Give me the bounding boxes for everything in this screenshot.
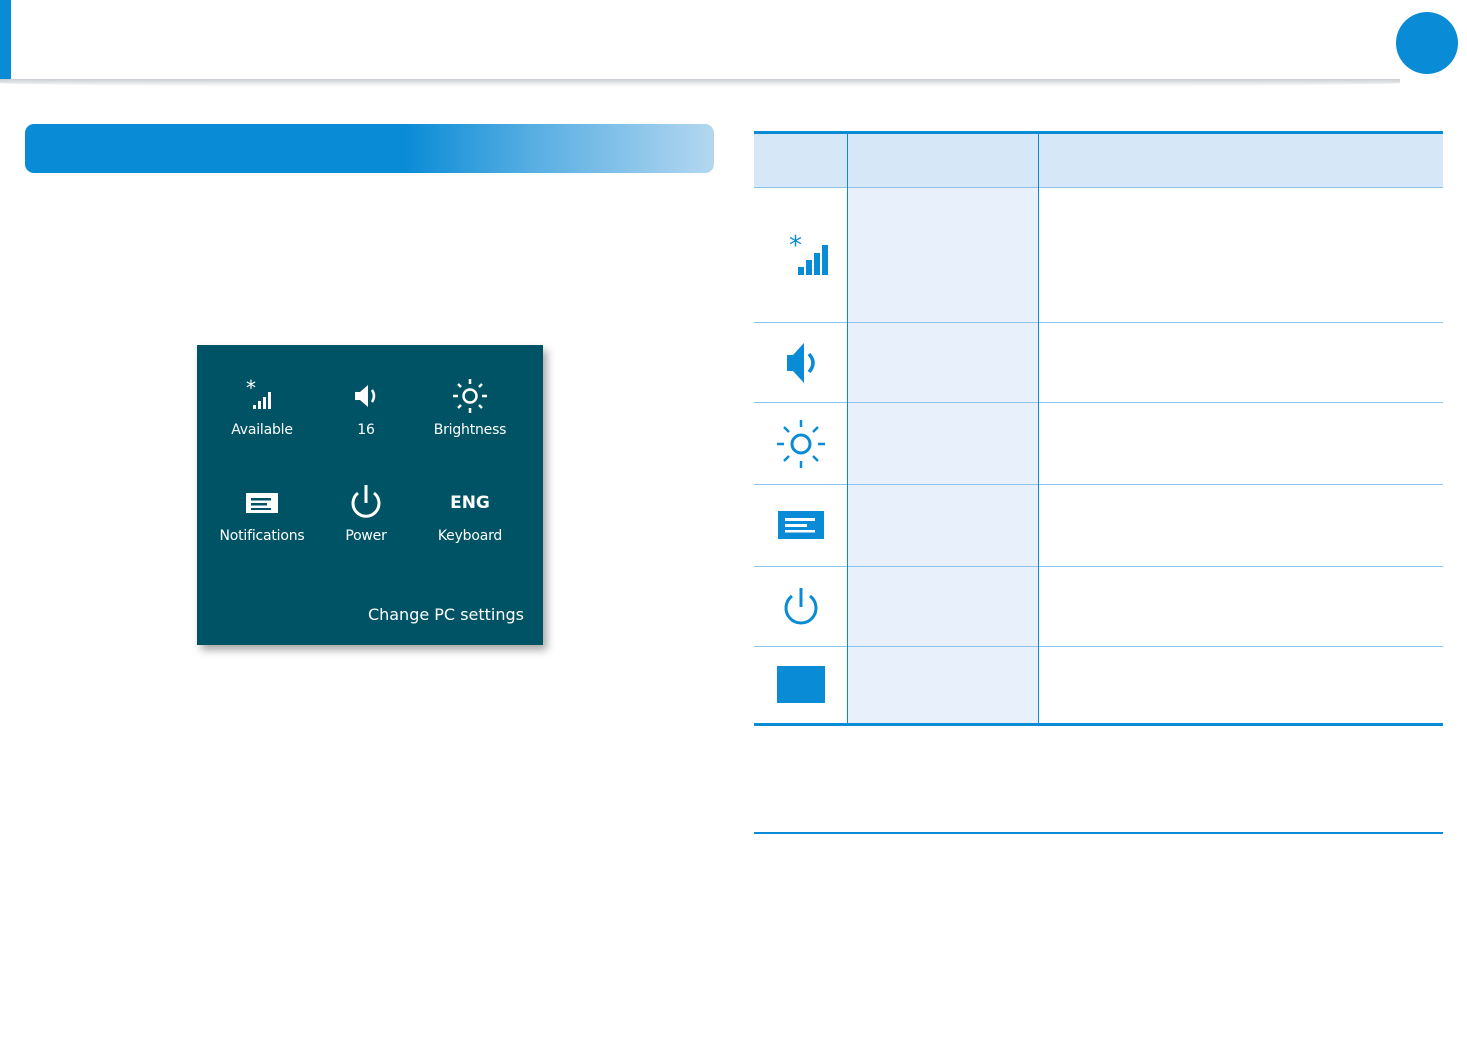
table-row: [754, 323, 1443, 403]
change-pc-settings-link[interactable]: Change PC settings: [368, 605, 524, 624]
column-divider: [1038, 131, 1039, 723]
notifications-icon: [754, 485, 848, 566]
table-row: [754, 403, 1443, 485]
volume-icon: [314, 376, 418, 416]
keyboard-icon: [754, 647, 848, 723]
table-row: *: [754, 188, 1443, 323]
table-cell-name: [848, 647, 1039, 723]
table-cell-name: [848, 403, 1039, 484]
tile-power[interactable]: Power: [314, 483, 418, 563]
network-signal-icon: *: [210, 376, 314, 416]
table-row: [754, 485, 1443, 567]
svg-text:*: *: [789, 231, 802, 261]
tile-notifications[interactable]: Notifications: [210, 483, 314, 563]
tile-keyboard-label: Keyboard: [437, 528, 503, 544]
keyboard-language-code: ENG: [450, 493, 490, 513]
table-row: [754, 567, 1443, 647]
volume-icon: [754, 323, 848, 402]
table-cell-name: [848, 567, 1039, 646]
brightness-icon: [418, 376, 522, 416]
column-divider: [847, 131, 848, 723]
svg-text:*: *: [246, 378, 256, 400]
header-accent-bar: [0, 0, 11, 80]
note-divider: [754, 832, 1443, 834]
table-bottom-border: [754, 723, 1443, 726]
table-cell-name: [848, 323, 1039, 402]
table-row: [754, 647, 1443, 723]
section-title-banner: [25, 124, 714, 173]
power-icon: [314, 483, 418, 523]
tile-volume[interactable]: 16: [314, 376, 418, 456]
notifications-icon: [210, 483, 314, 523]
table-cell-name: [848, 485, 1039, 566]
keyboard-icon: ENG: [418, 483, 522, 523]
tile-keyboard[interactable]: ENG Keyboard: [418, 483, 522, 563]
page-number-badge: [1396, 12, 1458, 74]
tile-brightness-label: Brightness: [433, 422, 507, 438]
table-cell-name: [848, 188, 1039, 322]
tile-brightness[interactable]: Brightness: [418, 376, 522, 456]
power-icon: [754, 567, 848, 646]
tile-network[interactable]: * Available: [210, 376, 314, 456]
header-divider: [0, 79, 1400, 87]
network-signal-icon: *: [754, 188, 848, 322]
brightness-icon: [754, 403, 848, 484]
settings-quick-panel: * Available 16 Brightness Notifications …: [197, 345, 543, 645]
table-header-row: [754, 134, 1443, 188]
